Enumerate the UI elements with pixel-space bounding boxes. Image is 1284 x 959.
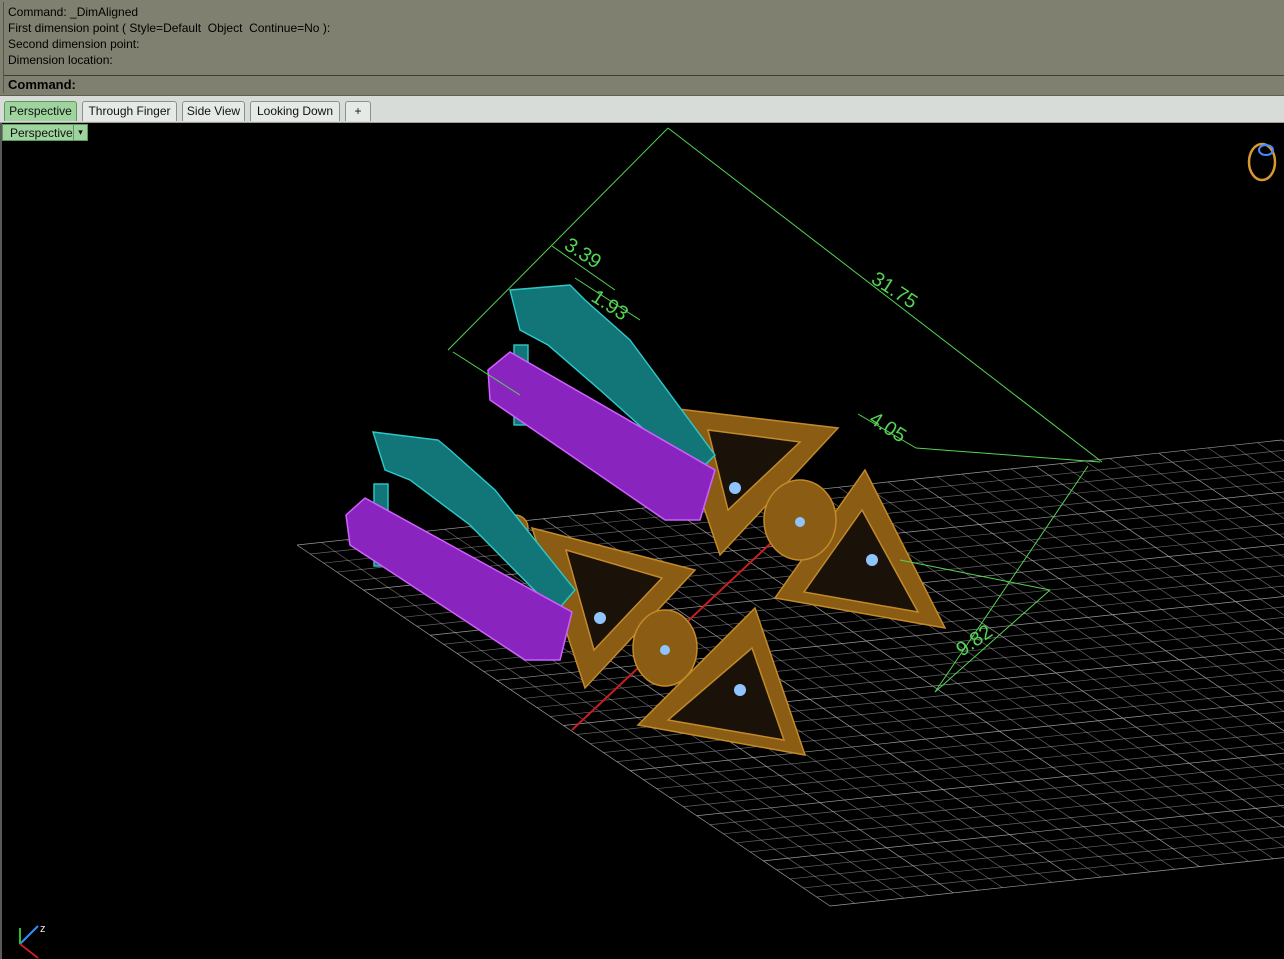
viewport-title[interactable]: Perspective ▾: [2, 124, 88, 141]
tab-side-view[interactable]: Side View: [182, 101, 245, 121]
command-line: Second dimension point:: [8, 37, 140, 51]
command-line: Dimension location:: [8, 53, 113, 67]
command-history-panel: Command: _DimAligned First dimension poi…: [0, 0, 1284, 96]
viewport-title-label: Perspective: [10, 126, 73, 140]
perspective-viewport[interactable]: [0, 123, 1284, 959]
tab-looking-down[interactable]: Looking Down: [250, 101, 340, 121]
add-tab-button[interactable]: +: [345, 101, 371, 121]
panel-border: [3, 2, 4, 93]
command-separator: [4, 75, 1284, 76]
viewport-tab-bar: Perspective Through Finger Side View Loo…: [0, 96, 1284, 123]
command-line: Command: _DimAligned: [8, 5, 139, 19]
tab-perspective[interactable]: Perspective: [4, 101, 77, 121]
command-line: First dimension point ( Style=Default Ob…: [8, 21, 331, 35]
command-input[interactable]: Command:: [8, 77, 76, 92]
command-history: Command: _DimAligned First dimension poi…: [8, 4, 330, 68]
tab-through-finger[interactable]: Through Finger: [82, 101, 177, 121]
viewport-menu-dropdown-icon[interactable]: ▾: [73, 125, 87, 140]
